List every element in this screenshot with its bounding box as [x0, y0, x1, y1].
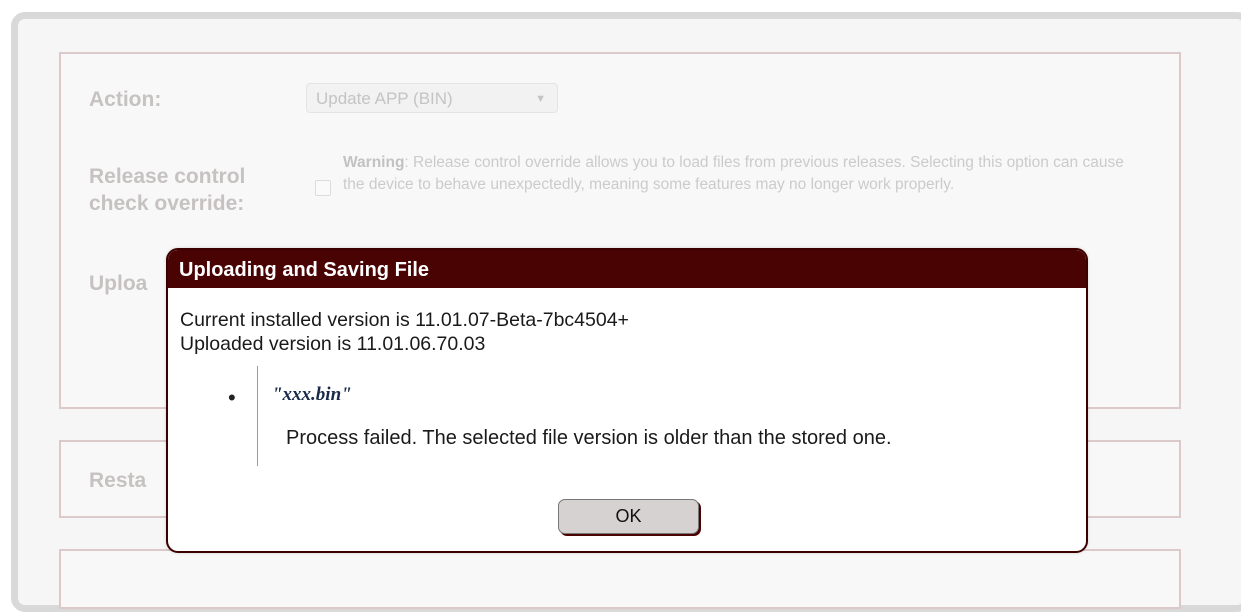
- action-label: Action:: [89, 88, 162, 111]
- upload-label: Uploa: [89, 272, 148, 295]
- third-section: [59, 549, 1181, 609]
- dialog-title: Uploading and Saving File: [168, 250, 1086, 288]
- file-name: "xxx.bin": [272, 384, 352, 405]
- release-warning-text: Warning: Release control override allows…: [343, 152, 1143, 196]
- restart-label: Resta: [89, 469, 147, 492]
- ok-button[interactable]: OK: [558, 499, 699, 534]
- file-result-block: "xxx.bin": [257, 366, 1078, 466]
- warning-bold: Warning: [343, 154, 405, 171]
- action-select[interactable]: Update APP (BIN) ▼: [306, 83, 558, 113]
- release-override-checkbox[interactable]: [315, 180, 331, 196]
- failure-message: Process failed. The selected file versio…: [286, 427, 892, 449]
- chevron-down-icon: ▼: [535, 93, 546, 105]
- warning-body: : Release control override allows you to…: [343, 154, 1124, 193]
- uploaded-version-text: Uploaded version is 11.01.06.70.03: [180, 333, 486, 355]
- upload-dialog: Uploading and Saving File Current instal…: [166, 248, 1088, 553]
- action-select-value: Update APP (BIN): [316, 89, 453, 108]
- current-version-text: Current installed version is 11.01.07-Be…: [180, 309, 629, 331]
- release-control-label: Release control check override:: [89, 165, 246, 215]
- list-bullet: •: [228, 385, 236, 410]
